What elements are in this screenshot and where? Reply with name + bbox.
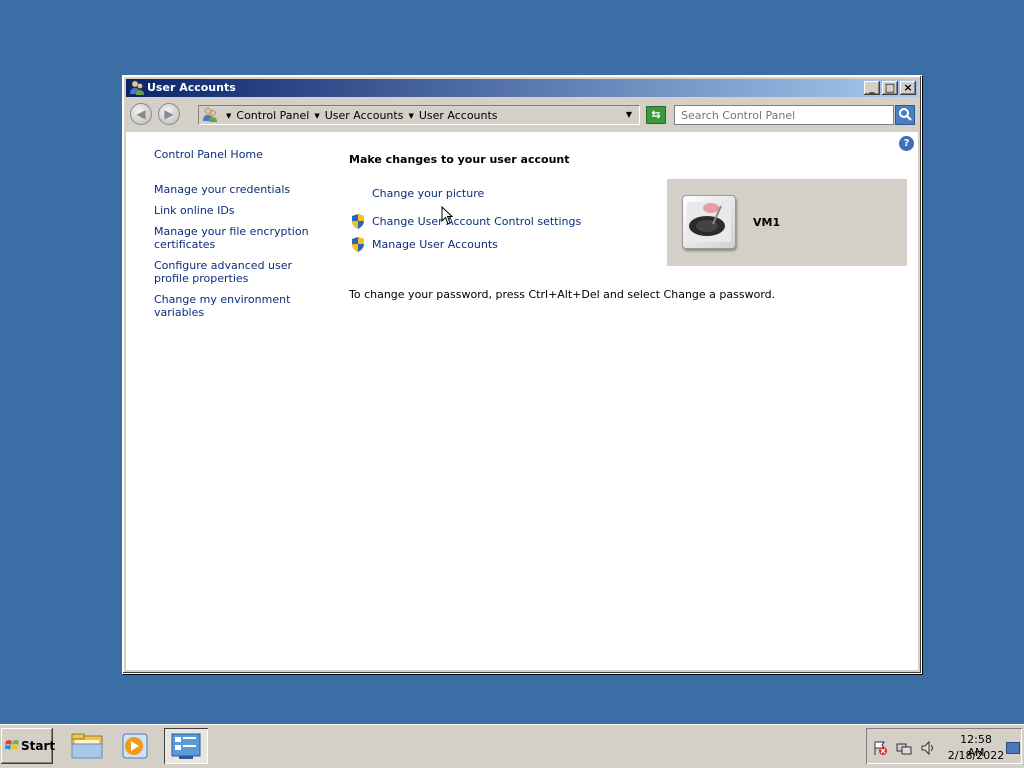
window-title: User Accounts [147, 81, 236, 94]
shield-icon [352, 237, 364, 252]
start-button[interactable]: Start [1, 728, 56, 764]
uac-settings-link[interactable]: Change User Account Control settings [372, 215, 581, 228]
breadcrumb-user-accounts-current[interactable]: User Accounts [419, 109, 498, 122]
user-accounts-window: User Accounts _ □ × ◀ ▶ ▼ Control Panel ▼ U… [122, 75, 922, 674]
media-player-icon [122, 733, 148, 759]
title-bar[interactable]: User Accounts _ □ × [126, 79, 918, 97]
address-dropdown-icon[interactable]: ▼ [626, 110, 632, 119]
file-encryption-certificates-link[interactable]: Manage your file encryption certificates [154, 225, 329, 251]
user-name: VM1 [753, 216, 781, 229]
user-picture[interactable] [682, 195, 736, 249]
minimize-button[interactable]: _ [864, 81, 880, 95]
control-panel-icon [171, 733, 201, 759]
shield-icon [352, 214, 364, 229]
action-center-flag-icon[interactable] [872, 740, 888, 756]
taskbar-media-player-button[interactable] [113, 728, 157, 764]
clock-date[interactable]: 2/18/2022 [946, 749, 1006, 762]
start-label: Start [21, 739, 56, 753]
taskbar: Start 12:58 AM 2/18/2022 [0, 724, 1024, 768]
close-button[interactable]: × [900, 81, 916, 95]
search-icon [899, 108, 912, 121]
refresh-button[interactable]: ⇆ [646, 106, 666, 124]
task-sidebar: Control Panel Home Manage your credentia… [154, 148, 329, 327]
breadcrumb-control-panel[interactable]: Control Panel [236, 109, 309, 122]
back-button[interactable]: ◀ [130, 103, 152, 125]
taskbar-control-panel-button[interactable] [164, 728, 208, 764]
system-tray: 12:58 AM 2/18/2022 [866, 728, 1022, 764]
control-panel-home-link[interactable]: Control Panel Home [154, 148, 329, 161]
help-icon[interactable]: ? [899, 136, 914, 151]
navigation-bar: ◀ ▶ ▼ Control Panel ▼ User Accounts ▼ User Ac… [126, 100, 918, 130]
breadcrumb: ▼ Control Panel ▼ User Accounts ▼ User Accoun… [221, 109, 498, 122]
advanced-user-profile-link[interactable]: Configure advanced user profile properti… [154, 259, 329, 285]
password-note: To change your password, press Ctrl+Alt+… [349, 288, 776, 301]
change-picture-link[interactable]: Change your picture [372, 187, 484, 200]
show-desktop-button[interactable] [1006, 742, 1020, 754]
environment-variables-link[interactable]: Change my environment variables [154, 293, 329, 319]
breadcrumb-user-accounts[interactable]: User Accounts [325, 109, 404, 122]
manage-credentials-link[interactable]: Manage your credentials [154, 183, 329, 196]
user-accounts-icon [130, 80, 144, 95]
folder-icon [71, 733, 103, 759]
breadcrumb-arrow-icon[interactable]: ▼ [314, 112, 319, 120]
forward-button[interactable]: ▶ [158, 103, 180, 125]
turntable-icon [687, 202, 731, 242]
breadcrumb-arrow-icon[interactable]: ▼ [408, 112, 413, 120]
breadcrumb-arrow-icon[interactable]: ▼ [226, 112, 231, 120]
windows-logo-icon [5, 740, 19, 750]
page-title: Make changes to your user account [349, 153, 570, 166]
search-input[interactable] [674, 105, 894, 125]
speaker-icon[interactable] [920, 740, 936, 756]
link-online-ids-link[interactable]: Link online IDs [154, 204, 329, 217]
maximize-button[interactable]: □ [882, 81, 898, 95]
taskbar-explorer-button[interactable] [66, 728, 110, 764]
search-button[interactable] [895, 105, 915, 125]
manage-user-accounts-link[interactable]: Manage User Accounts [372, 238, 498, 251]
address-bar[interactable]: ▼ Control Panel ▼ User Accounts ▼ User Accoun… [198, 105, 640, 125]
network-icon[interactable] [896, 740, 912, 756]
mouse-cursor-icon [441, 206, 454, 225]
content-pane: ? Control Panel Home Manage your credent… [126, 132, 918, 670]
user-tile: VM1 [667, 179, 907, 266]
user-accounts-icon [203, 107, 217, 122]
